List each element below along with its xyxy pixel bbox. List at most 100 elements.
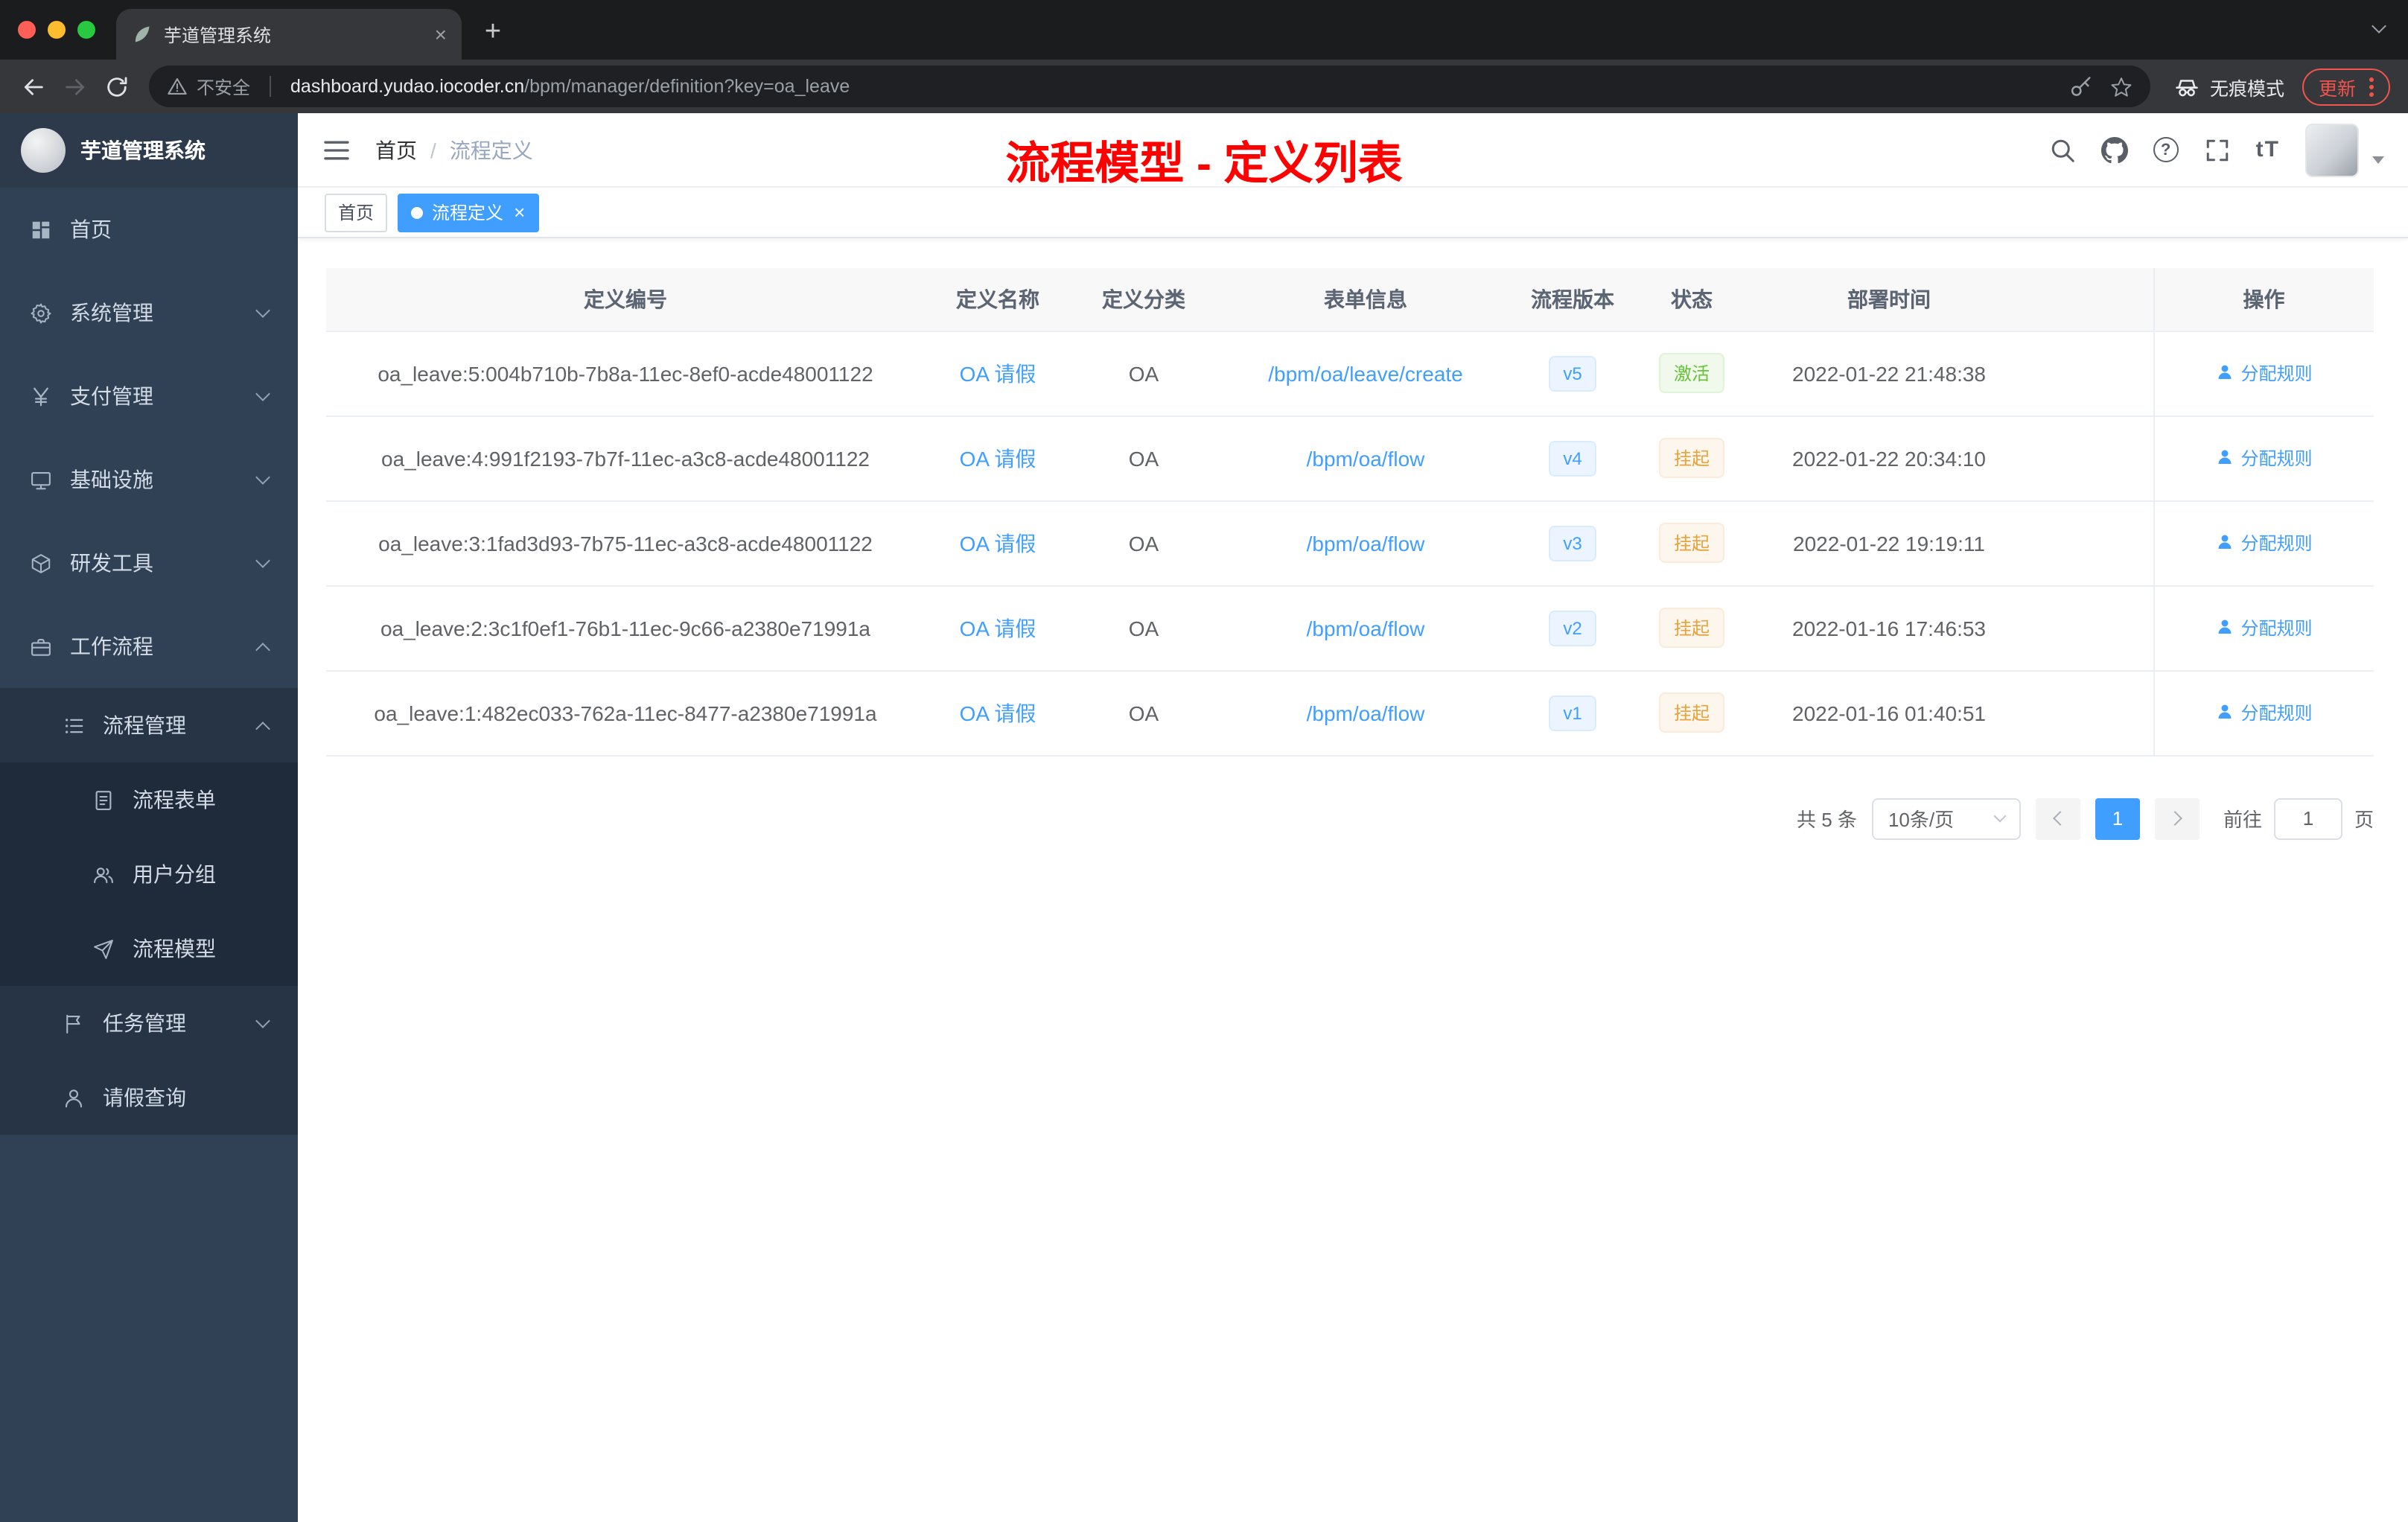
column-header: 流程版本 (1514, 268, 1631, 331)
sidebar-item-workflow[interactable]: 工作流程 (0, 605, 298, 688)
sidebar-item-process-model[interactable]: 流程模型 (0, 911, 298, 986)
user-icon (2215, 704, 2233, 722)
window-zoom-button[interactable] (77, 21, 95, 39)
bookmark-star-icon[interactable] (2110, 75, 2133, 98)
definition-id-cell: oa_leave:2:3c1f0ef1-76b1-11ec-9c66-a2380… (326, 585, 925, 671)
avatar[interactable] (2305, 123, 2359, 176)
assign-rule-label: 分配规则 (2240, 448, 2313, 469)
page-size-select[interactable]: 10条/页 (1871, 797, 2021, 839)
status-badge: 挂起 (1658, 523, 1724, 563)
sidebar-item-label: 首页 (70, 217, 112, 241)
deploy-time-cell: 2022-01-22 19:19:11 (1753, 500, 2025, 586)
user-icon (2215, 364, 2233, 382)
table-body: oa_leave:5:004b710b-7b8a-11ec-8ef0-acde4… (326, 331, 2374, 756)
definition-name-link[interactable]: OA 请假 (960, 361, 1036, 385)
help-icon[interactable]: ? (2153, 137, 2179, 162)
version-badge[interactable]: v4 (1548, 440, 1597, 476)
update-button[interactable]: 更新 (2302, 68, 2390, 105)
sidebar-item-process-mgmt[interactable]: 流程管理 (0, 688, 298, 762)
definition-name-link[interactable]: OA 请假 (960, 701, 1036, 725)
definition-name-link[interactable]: OA 请假 (960, 531, 1036, 555)
version-badge[interactable]: v3 (1548, 525, 1597, 561)
github-icon[interactable] (2101, 136, 2128, 163)
sidebar-item-payment-mgmt[interactable]: 支付管理 (0, 354, 298, 438)
goto-page-input[interactable] (2273, 797, 2342, 839)
sidebar-item-label: 支付管理 (70, 384, 153, 408)
menu-icon (30, 385, 52, 407)
key-icon[interactable] (2070, 75, 2092, 98)
definition-table: 定义编号 定义名称 定义分类 表单信息 流程版本 状态 部署时间 操作 oa_leave:5:… (326, 268, 2374, 756)
sidebar-logo[interactable]: 芋道管理系统 (0, 113, 298, 188)
prev-page-button[interactable] (2035, 797, 2080, 839)
assign-rule-link[interactable]: 分配规则 (2215, 615, 2313, 640)
address-bar[interactable]: 不安全 dashboard.yudao.iocoder.cn/bpm/manag… (149, 66, 2150, 107)
app-title: 芋道管理系统 (80, 138, 206, 162)
definition-name-link[interactable]: OA 请假 (960, 446, 1036, 470)
version-badge[interactable]: v1 (1548, 695, 1597, 730)
form-info-link[interactable]: /bpm/oa/flow (1307, 446, 1425, 470)
sidebar-item-task-mgmt[interactable]: 任务管理 (0, 986, 298, 1060)
spacer-cell (2025, 415, 2153, 501)
annotation-title: 流程模型 - 定义列表 (1005, 140, 1403, 189)
tag-close-icon[interactable]: × (514, 203, 525, 222)
window-minimize-button[interactable] (48, 21, 66, 39)
form-info-link[interactable]: /bpm/oa/flow (1307, 701, 1425, 725)
fullscreen-icon[interactable] (2204, 136, 2231, 163)
sidebar-item-label: 流程表单 (133, 788, 216, 812)
font-size-icon[interactable]: tT (2256, 137, 2280, 162)
chevron-up-icon (255, 721, 270, 736)
pagination-total: 共 5 条 (1797, 809, 1857, 831)
security-label: 不安全 (197, 77, 251, 98)
search-icon[interactable] (2049, 136, 2076, 163)
form-info-link[interactable]: /bpm/oa/leave/create (1268, 361, 1463, 385)
sidebar-item-infrastructure[interactable]: 基础设施 (0, 438, 298, 521)
table-row: oa_leave:5:004b710b-7b8a-11ec-8ef0-acde4… (326, 331, 2374, 416)
browser-tabstrip: 芋道管理系统 × + (0, 0, 2408, 60)
tag-process-definition[interactable]: 流程定义 × (398, 193, 539, 232)
forward-button[interactable] (54, 66, 95, 107)
tag-home[interactable]: 首页 (325, 193, 388, 232)
window-close-button[interactable] (18, 21, 36, 39)
page-number-current[interactable]: 1 (2095, 797, 2140, 839)
tab-title: 芋道管理系统 (164, 25, 272, 45)
sidebar-item-leave-query[interactable]: 请假查询 (0, 1060, 298, 1135)
sidebar-item-label: 流程管理 (103, 713, 186, 737)
tab-overflow-chevron-icon[interactable] (2372, 19, 2386, 34)
back-button[interactable] (12, 66, 54, 107)
table-header-row: 定义编号 定义名称 定义分类 表单信息 流程版本 状态 部署时间 操作 (326, 268, 2374, 331)
spacer-cell (2025, 331, 2153, 416)
assign-rule-link[interactable]: 分配规则 (2215, 445, 2313, 471)
browser-menu-icon[interactable] (2369, 77, 2374, 96)
form-info-link[interactable]: /bpm/oa/flow (1307, 531, 1425, 555)
definition-category-cell: OA (1071, 670, 1217, 756)
breadcrumb-separator: / (430, 138, 436, 162)
form-info-link[interactable]: /bpm/oa/flow (1307, 616, 1425, 640)
sidebar-item-system-mgmt[interactable]: 系统管理 (0, 271, 298, 354)
menu-icon (63, 714, 85, 736)
chevron-down-icon[interactable] (2372, 156, 2384, 163)
url-text: dashboard.yudao.iocoder.cn/bpm/manager/d… (290, 76, 2061, 97)
breadcrumb-home[interactable]: 首页 (375, 135, 417, 165)
sidebar-item-label: 工作流程 (70, 634, 153, 658)
divider (270, 76, 272, 97)
reload-button[interactable] (95, 66, 137, 107)
url-host: dashboard.yudao.iocoder.cn (290, 76, 525, 97)
version-badge[interactable]: v2 (1548, 610, 1597, 646)
browser-tab[interactable]: 芋道管理系统 × (116, 9, 462, 60)
assign-rule-link[interactable]: 分配规则 (2215, 530, 2313, 555)
assign-rule-link[interactable]: 分配规则 (2215, 360, 2313, 386)
deploy-time-cell: 2022-01-22 20:34:10 (1753, 415, 2025, 501)
sidebar-item-dev-tools[interactable]: 研发工具 (0, 521, 298, 605)
tab-close-icon[interactable]: × (435, 24, 447, 45)
assign-rule-link[interactable]: 分配规则 (2215, 700, 2313, 725)
definition-name-link[interactable]: OA 请假 (960, 616, 1036, 640)
hamburger-icon[interactable] (322, 135, 351, 165)
version-badge[interactable]: v5 (1548, 355, 1597, 391)
sidebar-item-process-form[interactable]: 流程表单 (0, 762, 298, 837)
sidebar-item-user-group[interactable]: 用户分组 (0, 837, 298, 911)
sidebar-item-label: 流程模型 (133, 937, 216, 961)
next-page-button[interactable] (2154, 797, 2200, 839)
sidebar-item-home[interactable]: 首页 (0, 188, 298, 271)
new-tab-button[interactable]: + (471, 10, 515, 55)
sidebar-item-label: 任务管理 (103, 1011, 186, 1035)
